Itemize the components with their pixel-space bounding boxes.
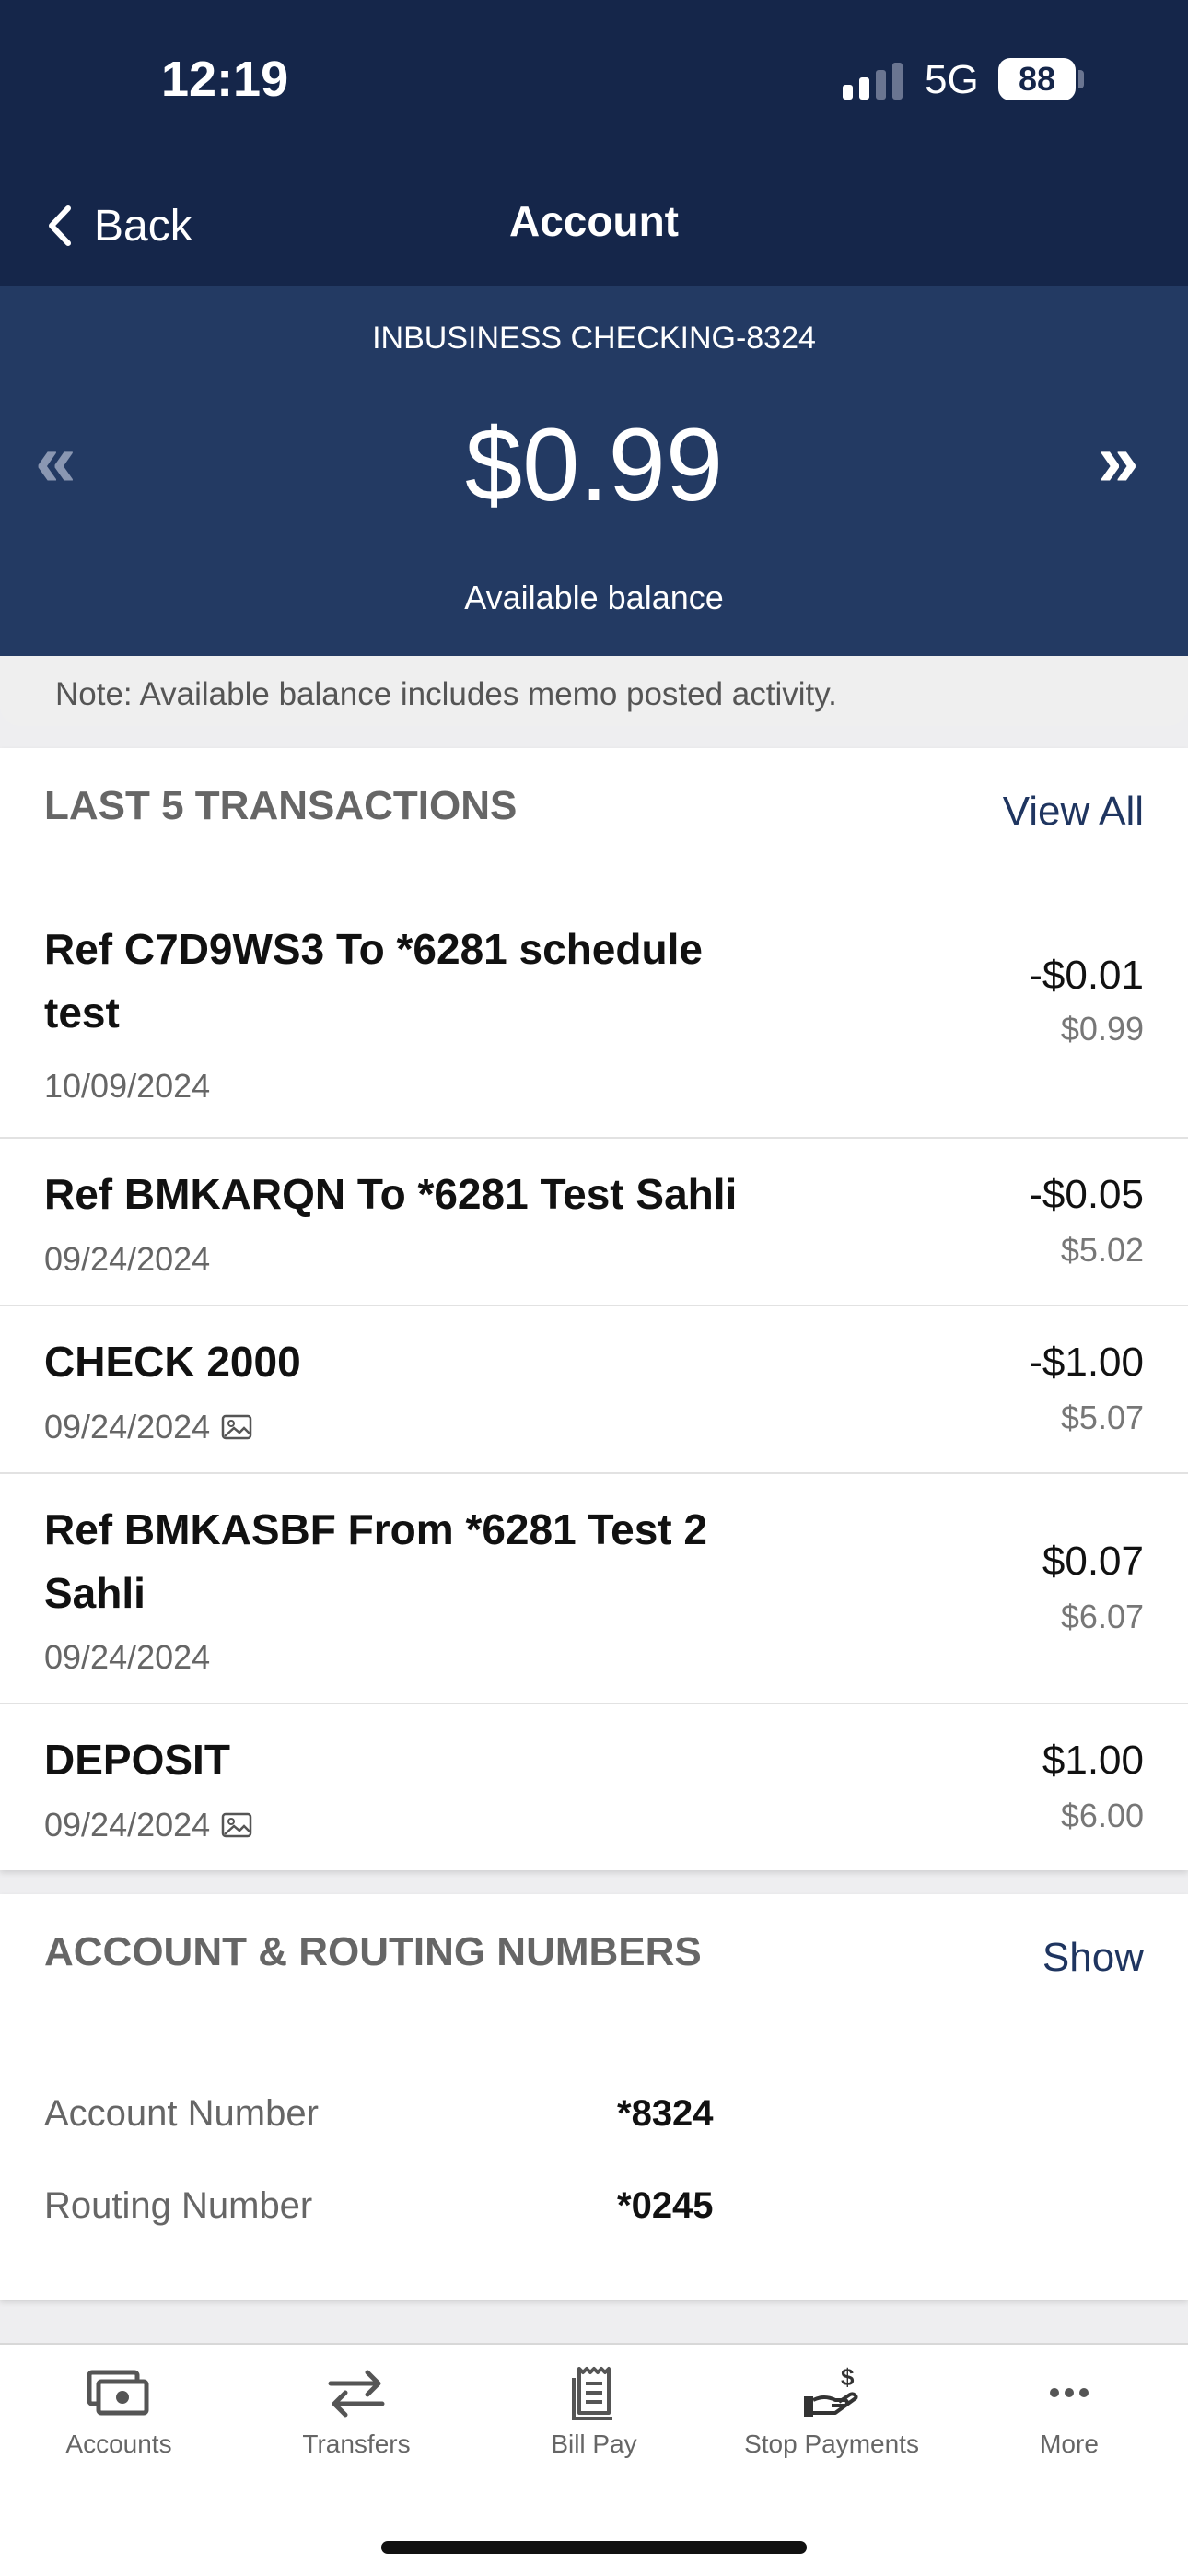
transaction-row[interactable]: DEPOSIT 09/24/2024 $1.00 $6.00 xyxy=(0,1704,1188,1870)
balance-note: Note: Available balance includes memo po… xyxy=(0,656,1188,726)
status-time: 12:19 xyxy=(161,52,289,107)
transactions-card: LAST 5 TRANSACTIONS View All Ref C7D9WS3… xyxy=(0,748,1188,1870)
routing-header: ACCOUNT & ROUTING NUMBERS Show xyxy=(0,1894,1188,2032)
transaction-running-balance: $6.07 xyxy=(1060,1598,1144,1635)
battery-icon: 88 xyxy=(998,58,1076,100)
svg-text:$: $ xyxy=(841,2365,855,2391)
home-indicator[interactable] xyxy=(381,2541,807,2554)
transaction-amount: $0.07 xyxy=(1042,1539,1144,1584)
transaction-amount: $1.00 xyxy=(1042,1738,1144,1783)
tab-accounts[interactable]: Accounts xyxy=(27,2365,211,2459)
routing-number-label: Routing Number xyxy=(44,2185,313,2226)
transaction-date-text: 09/24/2024 xyxy=(44,1240,211,1278)
check-image-icon[interactable] xyxy=(221,1414,252,1440)
transaction-running-balance: $6.00 xyxy=(1060,1797,1144,1834)
tab-label: More xyxy=(1040,2430,1099,2458)
transaction-row[interactable]: Ref BMKARQN To *6281 Test Sahli 09/24/20… xyxy=(0,1139,1188,1306)
transaction-amount: -$0.05 xyxy=(1029,1172,1144,1217)
view-all-link[interactable]: View All xyxy=(1003,789,1144,835)
account-number-value: *8324 xyxy=(617,2093,714,2134)
transaction-description: Ref C7D9WS3 To *6281 schedule test xyxy=(44,925,703,1036)
show-numbers-link[interactable]: Show xyxy=(1042,1935,1144,1981)
more-icon xyxy=(1050,2388,1089,2397)
transaction-row[interactable]: Ref C7D9WS3 To *6281 schedule test 10/09… xyxy=(0,908,1188,1139)
transaction-date-text: 09/24/2024 xyxy=(44,1408,211,1446)
account-balance: $0.99 xyxy=(464,407,724,522)
next-account-arrow[interactable]: » xyxy=(1098,424,1139,498)
transaction-amount: -$1.00 xyxy=(1029,1340,1144,1385)
transaction-description: DEPOSIT xyxy=(44,1736,230,1784)
transaction-date-text: 09/24/2024 xyxy=(44,1638,211,1676)
transaction-running-balance: $0.99 xyxy=(1060,1010,1144,1048)
transaction-description: Ref BMKASBF From *6281 Test 2 Sahli xyxy=(44,1505,707,1617)
routing-title: ACCOUNT & ROUTING NUMBERS xyxy=(44,1929,702,1974)
tab-label: Transfers xyxy=(302,2430,411,2458)
tab-stop-payments[interactable]: $ Stop Payments xyxy=(740,2365,924,2459)
transaction-date: 09/24/2024 xyxy=(44,1806,252,1844)
transaction-date: 10/09/2024 xyxy=(44,1067,210,1106)
balance-label: Available balance xyxy=(464,579,724,616)
deposit-image-icon[interactable] xyxy=(221,1812,252,1838)
transaction-date: 09/24/2024 xyxy=(44,1638,210,1677)
tab-transfers[interactable]: Transfers xyxy=(264,2365,448,2459)
stop-payments-icon: $ xyxy=(804,2365,858,2417)
transactions-header: LAST 5 TRANSACTIONS View All xyxy=(0,748,1188,886)
routing-card: ACCOUNT & ROUTING NUMBERS Show Account N… xyxy=(0,1894,1188,2300)
top-bar: 12:19 5G 88 Back Account xyxy=(0,0,1188,286)
bill-pay-icon xyxy=(572,2367,612,2420)
tab-label: Accounts xyxy=(65,2430,172,2458)
signal-icon xyxy=(843,61,903,100)
page-title: Account xyxy=(509,197,679,245)
account-name: INBUSINESS CHECKING-8324 xyxy=(372,321,816,356)
transaction-description: CHECK 2000 xyxy=(44,1338,301,1386)
transaction-running-balance: $5.02 xyxy=(1060,1231,1144,1269)
transaction-running-balance: $5.07 xyxy=(1060,1399,1144,1436)
transaction-row[interactable]: CHECK 2000 09/24/2024 -$1.00 $5.07 xyxy=(0,1306,1188,1474)
tab-label: Stop Payments xyxy=(744,2430,919,2458)
tab-label: Bill Pay xyxy=(551,2430,637,2458)
transfers-icon xyxy=(328,2370,385,2418)
routing-number-value: *0245 xyxy=(617,2185,714,2226)
screen: 12:19 5G 88 Back Account INBUSINESS CHEC… xyxy=(0,0,1188,2576)
tab-more[interactable]: More xyxy=(977,2365,1161,2459)
transaction-description: Ref BMKARQN To *6281 Test Sahli xyxy=(44,1170,738,1218)
transaction-row[interactable]: Ref BMKASBF From *6281 Test 2 Sahli 09/2… xyxy=(0,1474,1188,1704)
network-label: 5G xyxy=(925,57,979,102)
transaction-amount: -$0.01 xyxy=(1029,953,1144,998)
transactions-title: LAST 5 TRANSACTIONS xyxy=(44,783,518,828)
tab-bill-pay[interactable]: Bill Pay xyxy=(502,2365,686,2459)
battery-tip xyxy=(1078,70,1084,88)
transaction-date-text: 10/09/2024 xyxy=(44,1067,211,1105)
transaction-date: 09/24/2024 xyxy=(44,1408,252,1446)
account-number-label: Account Number xyxy=(44,2093,319,2134)
transaction-date-text: 09/24/2024 xyxy=(44,1806,211,1844)
account-header: INBUSINESS CHECKING-8324 « $0.99 » Avail… xyxy=(0,286,1188,656)
transaction-date: 09/24/2024 xyxy=(44,1240,210,1279)
accounts-icon xyxy=(87,2370,149,2416)
